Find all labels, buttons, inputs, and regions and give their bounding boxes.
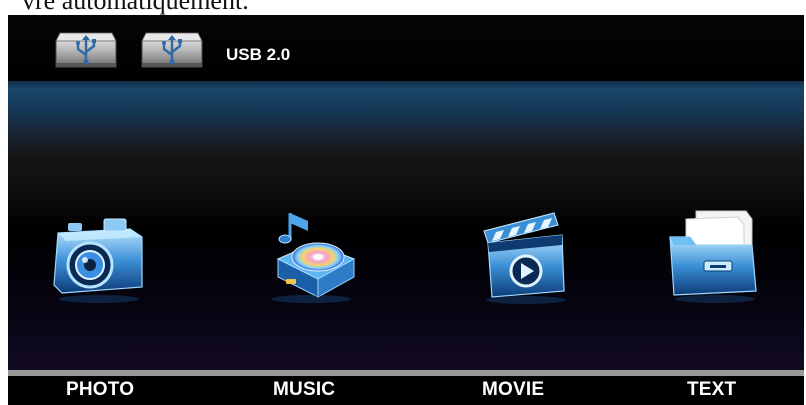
menu-label-bar: PHOTO MUSIC MOVIE TEXT <box>8 370 804 405</box>
usb-drive-icon[interactable] <box>52 25 120 75</box>
text-menu-item[interactable] <box>660 199 770 309</box>
camera-icon <box>53 218 143 303</box>
music-disc-icon <box>271 213 356 303</box>
photo-menu-item[interactable] <box>44 199 154 309</box>
media-menu <box>8 81 804 371</box>
document-text-fragment: vre automatiquement. <box>22 0 249 15</box>
music-label[interactable]: MUSIC <box>273 379 335 401</box>
usb-device-label: USB 2.0 <box>226 45 291 64</box>
movie-label[interactable]: MOVIE <box>482 379 544 401</box>
device-bar: USB 2.0 <box>8 15 804 81</box>
text-label[interactable]: TEXT <box>687 379 736 401</box>
clapperboard-icon <box>483 212 566 304</box>
document-folder-icon <box>669 210 757 303</box>
divider-line <box>8 370 804 376</box>
usb-drive-icon[interactable] <box>138 25 206 75</box>
music-menu-item[interactable] <box>256 199 366 309</box>
media-player-screen: USB 2.0 PHOTO MUSIC MOVIE TEXT <box>8 15 804 405</box>
movie-menu-item[interactable] <box>470 199 580 309</box>
photo-label[interactable]: PHOTO <box>66 379 134 401</box>
